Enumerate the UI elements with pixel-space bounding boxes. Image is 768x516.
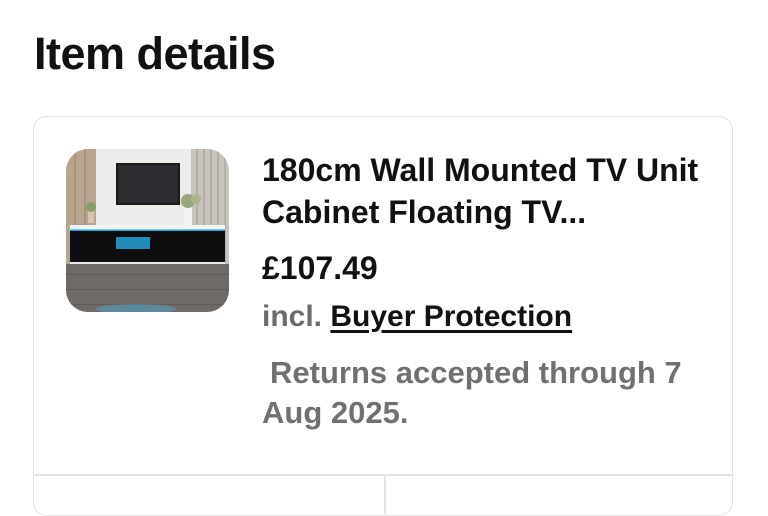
buyer-protection-line: incl. Buyer Protection [262,297,572,337]
item-title[interactable]: 180cm Wall Mounted TV Unit Cabinet Float… [262,149,712,233]
item-card: 180cm Wall Mounted TV Unit Cabinet Float… [33,116,733,516]
tv-unit-image [66,149,229,312]
protection-prefix: incl. [262,300,323,333]
page-title: Item details [34,28,276,79]
returns-policy-text: Returns accepted through 7 Aug 2025. [262,355,682,430]
card-divider [34,474,732,476]
item-thumbnail[interactable] [66,149,229,312]
buyer-protection-link[interactable]: Buyer Protection [330,300,572,333]
item-price: £107.49 [262,250,378,286]
card-divider-vertical [384,474,386,514]
